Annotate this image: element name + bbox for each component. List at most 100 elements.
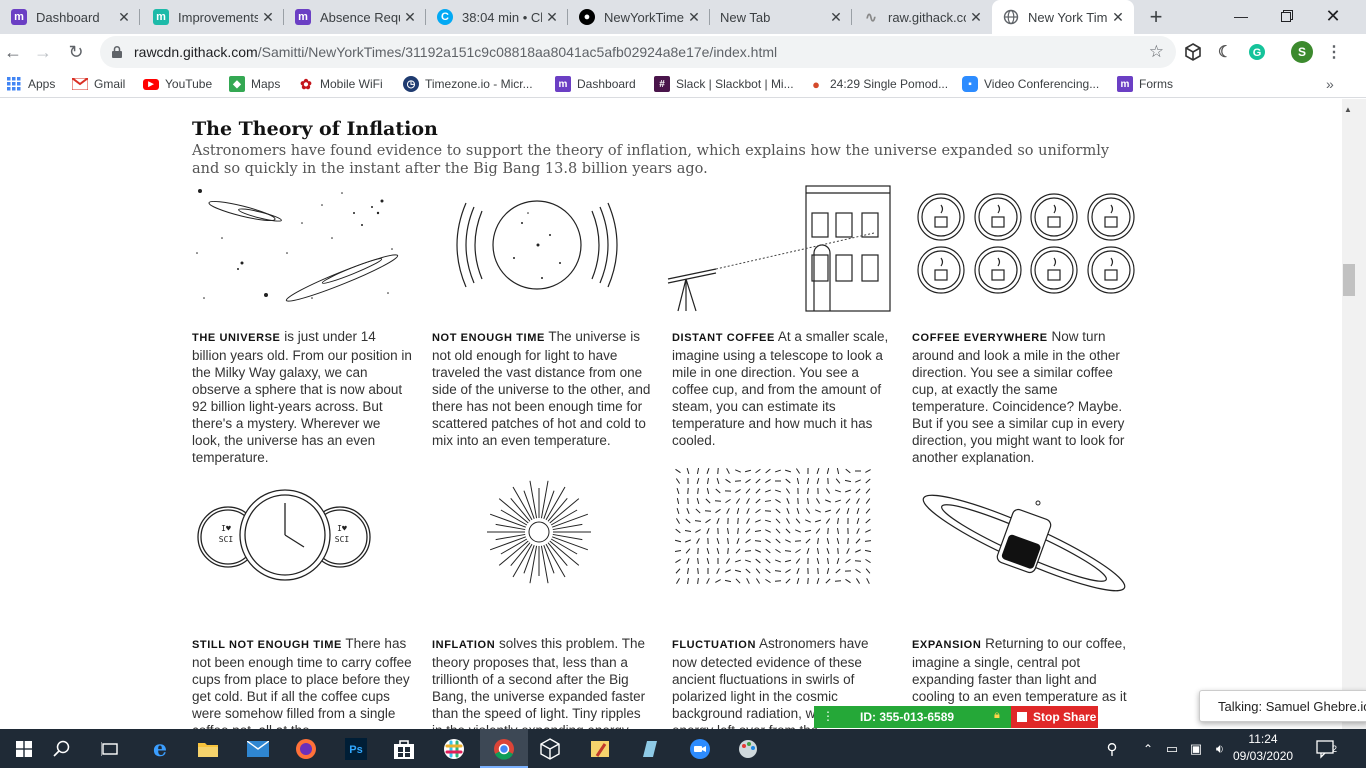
article-headline: The Theory of Inflation bbox=[192, 118, 438, 140]
back-button[interactable]: ← bbox=[0, 39, 26, 65]
grammarly-icon[interactable]: G bbox=[1247, 42, 1267, 62]
store-icon[interactable] bbox=[380, 729, 428, 768]
forms-icon: m bbox=[1117, 76, 1133, 92]
meeting-id: ID: 355-013-6589 bbox=[860, 710, 955, 724]
people-icon[interactable]: ⚲ bbox=[1088, 729, 1136, 768]
bookmark-slack[interactable]: # Slack | Slackbot | Mi... bbox=[654, 75, 794, 93]
extension-cube-icon[interactable] bbox=[1183, 42, 1203, 62]
dashboard-icon: m bbox=[555, 76, 571, 92]
youtube-icon: ▶ bbox=[143, 78, 159, 90]
coffee-cups-grid-illustration bbox=[917, 193, 1135, 294]
network-icon[interactable]: ▣ bbox=[1184, 729, 1208, 768]
tab-absence[interactable]: m Absence Requ ✕ bbox=[284, 0, 426, 34]
paint-icon[interactable] bbox=[576, 729, 624, 768]
bookmark-zoom[interactable]: ▪ Video Conferencing... bbox=[962, 75, 1099, 93]
extension-clockify-icon[interactable]: ☾ bbox=[1215, 42, 1235, 62]
bookmark-timezone[interactable]: ◷ Timezone.io - Micr... bbox=[403, 75, 533, 93]
card-inflation: INFLATION solves this problem. The theor… bbox=[432, 636, 646, 729]
close-icon[interactable]: ✕ bbox=[114, 7, 134, 27]
bookmark-star-icon[interactable]: ☆ bbox=[1149, 42, 1164, 62]
card-the-universe: THE UNIVERSE is just under 14 billion ye… bbox=[192, 329, 412, 465]
window-close-button[interactable]: ✕ bbox=[1318, 4, 1348, 28]
tab-githack[interactable]: ∿ raw.githack.co ✕ bbox=[852, 0, 992, 34]
universe-galaxies-illustration bbox=[196, 189, 399, 302]
miro-icon: m bbox=[153, 9, 169, 25]
expansion-coffee-pot-illustration bbox=[922, 494, 1126, 592]
paint-palette-icon[interactable] bbox=[724, 729, 772, 768]
profile-avatar[interactable]: S bbox=[1291, 41, 1313, 63]
chrome-taskbar-icon[interactable] bbox=[480, 729, 528, 768]
edge-icon[interactable]: e bbox=[136, 729, 184, 768]
tab-github[interactable]: ● NewYorkTimes ✕ bbox=[568, 0, 710, 34]
bookmark-maps[interactable]: ◆ Maps bbox=[229, 75, 280, 93]
battery-icon[interactable]: ▭ bbox=[1160, 729, 1184, 768]
more-bookmarks-chevron-icon[interactable]: » bbox=[1326, 75, 1334, 93]
clockify-icon: C bbox=[437, 9, 453, 25]
tab-new-tab[interactable]: New Tab ✕ bbox=[710, 0, 852, 34]
notes-icon[interactable] bbox=[626, 729, 674, 768]
close-icon[interactable]: ✕ bbox=[258, 7, 278, 27]
close-icon[interactable]: ✕ bbox=[400, 7, 420, 27]
system-clock[interactable]: 11:24 09/03/2020 bbox=[1233, 731, 1293, 765]
volume-icon[interactable]: 🔉︎ bbox=[1208, 729, 1232, 768]
close-icon[interactable]: ✕ bbox=[1108, 7, 1128, 27]
card-coffee-everywhere: COFFEE EVERYWHERE Now turn around and lo… bbox=[912, 329, 1125, 465]
page-content: The Theory of Inflation Astronomers have… bbox=[0, 99, 1342, 729]
drag-handle-icon[interactable]: ⋮ bbox=[822, 709, 834, 723]
apps-grid-icon bbox=[6, 76, 22, 92]
address-bar[interactable]: rawcdn.githack.com/Samitti/NewYorkTimes/… bbox=[100, 36, 1176, 68]
observable-sphere-illustration bbox=[456, 200, 618, 290]
task-view-icon[interactable] bbox=[86, 729, 134, 768]
close-icon[interactable]: ✕ bbox=[684, 7, 704, 27]
bookmark-gmail[interactable]: Gmail bbox=[72, 75, 125, 93]
globe-icon bbox=[1003, 9, 1019, 25]
stop-share-button[interactable]: Stop Share bbox=[1011, 706, 1098, 728]
bookmark-forms[interactable]: m Forms bbox=[1117, 75, 1173, 93]
photoshop-icon[interactable]: Ps bbox=[332, 729, 380, 768]
lock-icon: 🔒︎ bbox=[994, 709, 1000, 721]
huawei-icon: ✿ bbox=[300, 75, 312, 92]
tab-improvements[interactable]: m Improvements ✕ bbox=[142, 0, 284, 34]
close-icon[interactable]: ✕ bbox=[542, 7, 562, 27]
slack-taskbar-icon[interactable] bbox=[430, 729, 478, 768]
tab-clockify[interactable]: C 38:04 min • Clo ✕ bbox=[426, 0, 568, 34]
page-scrollbar[interactable]: ▲ bbox=[1342, 99, 1366, 729]
3d-viewer-icon[interactable] bbox=[526, 729, 574, 768]
card-distant-coffee: DISTANT COFFEE At a smaller scale, imagi… bbox=[672, 329, 889, 448]
maps-icon: ◆ bbox=[229, 76, 245, 92]
scroll-up-arrow-icon[interactable]: ▲ bbox=[1344, 105, 1352, 114]
forward-button[interactable]: → bbox=[30, 39, 56, 65]
reload-button[interactable]: ↻ bbox=[63, 39, 89, 65]
stop-square-icon bbox=[1017, 712, 1027, 722]
zoom-taskbar-icon[interactable] bbox=[676, 729, 724, 768]
tab-new-york-times[interactable]: New York Time ✕ bbox=[992, 0, 1134, 34]
bookmark-apps[interactable]: Apps bbox=[6, 75, 55, 93]
bookmark-dashboard[interactable]: m Dashboard bbox=[555, 75, 636, 93]
inflation-burst-illustration bbox=[487, 480, 591, 584]
close-icon[interactable]: ✕ bbox=[966, 7, 986, 27]
url-text: rawcdn.githack.com/Samitti/NewYorkTimes/… bbox=[134, 44, 778, 60]
bookmark-pomodoro[interactable]: ● 24:29 Single Pomod... bbox=[808, 75, 948, 93]
file-explorer-icon[interactable] bbox=[184, 729, 232, 768]
show-hidden-icons-chevron-icon[interactable]: ⌃ bbox=[1136, 729, 1160, 768]
talking-indicator: Talking: Samuel Ghebre.io bbox=[1199, 690, 1366, 722]
notifications-icon[interactable]: 2 bbox=[1306, 729, 1346, 768]
bookmark-mobile-wifi[interactable]: ✿ Mobile WiFi bbox=[298, 75, 383, 93]
menu-kebab-icon[interactable]: ⋮ bbox=[1324, 42, 1344, 62]
minimize-button[interactable]: — bbox=[1226, 4, 1256, 28]
telescope-building-illustration bbox=[667, 185, 891, 312]
tab-strip: m Dashboard ✕ m Improvements ✕ m Absence… bbox=[0, 0, 1366, 34]
bookmark-youtube[interactable]: ▶ YouTube bbox=[143, 75, 212, 93]
card-still-not-enough-time: STILL NOT ENOUGH TIME There has not been… bbox=[192, 636, 412, 729]
mail-icon[interactable] bbox=[234, 729, 282, 768]
scrollbar-thumb[interactable] bbox=[1343, 264, 1355, 296]
maximize-button[interactable] bbox=[1272, 4, 1302, 28]
tomato-icon: ● bbox=[812, 76, 820, 92]
close-icon[interactable]: ✕ bbox=[826, 7, 846, 27]
firefox-icon[interactable] bbox=[282, 729, 330, 768]
tab-dashboard[interactable]: m Dashboard ✕ bbox=[0, 0, 140, 34]
notification-count: 2 bbox=[1332, 744, 1338, 754]
new-tab-button[interactable]: + bbox=[1144, 4, 1168, 29]
timezone-icon: ◷ bbox=[403, 76, 419, 92]
search-icon[interactable] bbox=[38, 729, 86, 768]
